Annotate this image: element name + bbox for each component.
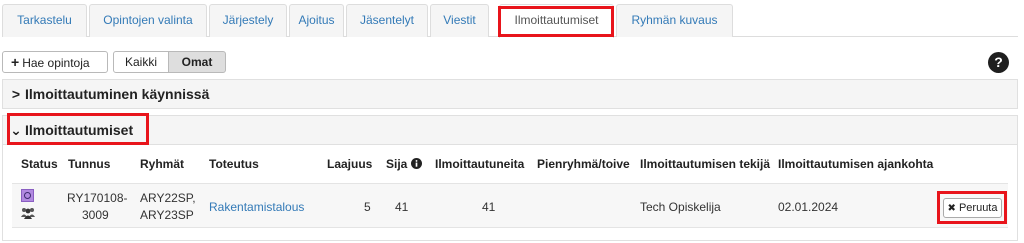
header-enroller: Ilmoittautumisen tekijä [640, 157, 771, 171]
tab-tarkastelu[interactable]: Tarkastelu [2, 4, 87, 37]
cell-enroller: Tech Opiskelija [640, 200, 721, 214]
info-icon [410, 158, 422, 169]
panel-enrollments-header[interactable]: ⌄ Ilmoittautumiset [2, 115, 1018, 145]
cell-groups-line2: ARY23SP [140, 208, 194, 222]
filter-own-button[interactable]: Omat [168, 51, 226, 73]
header-subgroup: Pienryhmä/toive [537, 157, 630, 171]
header-position: Sija [386, 157, 422, 171]
cell-groups-line1: ARY22SP, [140, 191, 196, 205]
group-icon [21, 208, 35, 219]
cell-code-line1: RY170108- [67, 191, 128, 205]
header-code: Tunnus [68, 157, 111, 171]
tab-opintojen-valinta[interactable]: Opintojen valinta [89, 4, 207, 37]
panel-enrollments-title: Ilmoittautumiset [25, 122, 134, 138]
tab-jarjestely[interactable]: Järjestely [209, 4, 287, 37]
cancel-enrollment-button[interactable]: ✖ Peruuta [943, 198, 1002, 218]
header-time: Ilmoittautumisen ajankohta [778, 157, 934, 171]
cell-code-line2: 3009 [82, 208, 109, 222]
tab-viestit[interactable]: Viestit [430, 4, 489, 37]
close-icon: ✖ [947, 203, 956, 214]
cell-time: 02.01.2024 [778, 200, 839, 214]
header-implementation: Toteutus [209, 157, 259, 171]
tab-ajoitus[interactable]: Ajoitus [289, 4, 344, 37]
cancel-enrollment-label: Peruuta [958, 202, 998, 214]
tab-ilmoittautumiset[interactable]: Ilmoittautumiset [499, 4, 614, 38]
panel-in-progress-header[interactable]: > Ilmoittautuminen käynnissä [2, 79, 1018, 109]
cell-scope: 5 [364, 200, 371, 214]
chevron-right-icon: > [11, 86, 21, 102]
header-scope: Laajuus [327, 157, 373, 171]
help-icon[interactable]: ? [988, 52, 1009, 73]
cell-position: 41 [395, 200, 409, 214]
implementation-link[interactable]: Rakentamistalous [209, 200, 304, 214]
cell-enrolled: 41 [482, 200, 496, 214]
search-courses-label: Hae opintoja [22, 56, 90, 70]
chevron-down-icon: ⌄ [10, 122, 22, 138]
search-courses-button[interactable]: + Hae opintoja [2, 51, 108, 73]
tab-bar: Tarkastelu Opintojen valinta Järjestely … [2, 4, 1018, 38]
filter-all-button[interactable]: Kaikki [113, 51, 169, 73]
panel-in-progress-title: Ilmoittautuminen käynnissä [25, 86, 210, 102]
tab-jasentelyt[interactable]: Jäsentelyt [346, 4, 428, 37]
header-groups: Ryhmät [140, 157, 185, 171]
plus-icon: + [11, 54, 20, 70]
header-status: Status [21, 157, 58, 171]
header-enrolled: Ilmoittautuneita [435, 157, 525, 171]
tab-ryhman-kuvaus[interactable]: Ryhmän kuvaus [616, 4, 733, 37]
header-position-label: Sija [386, 157, 408, 171]
status-icon [21, 189, 34, 202]
